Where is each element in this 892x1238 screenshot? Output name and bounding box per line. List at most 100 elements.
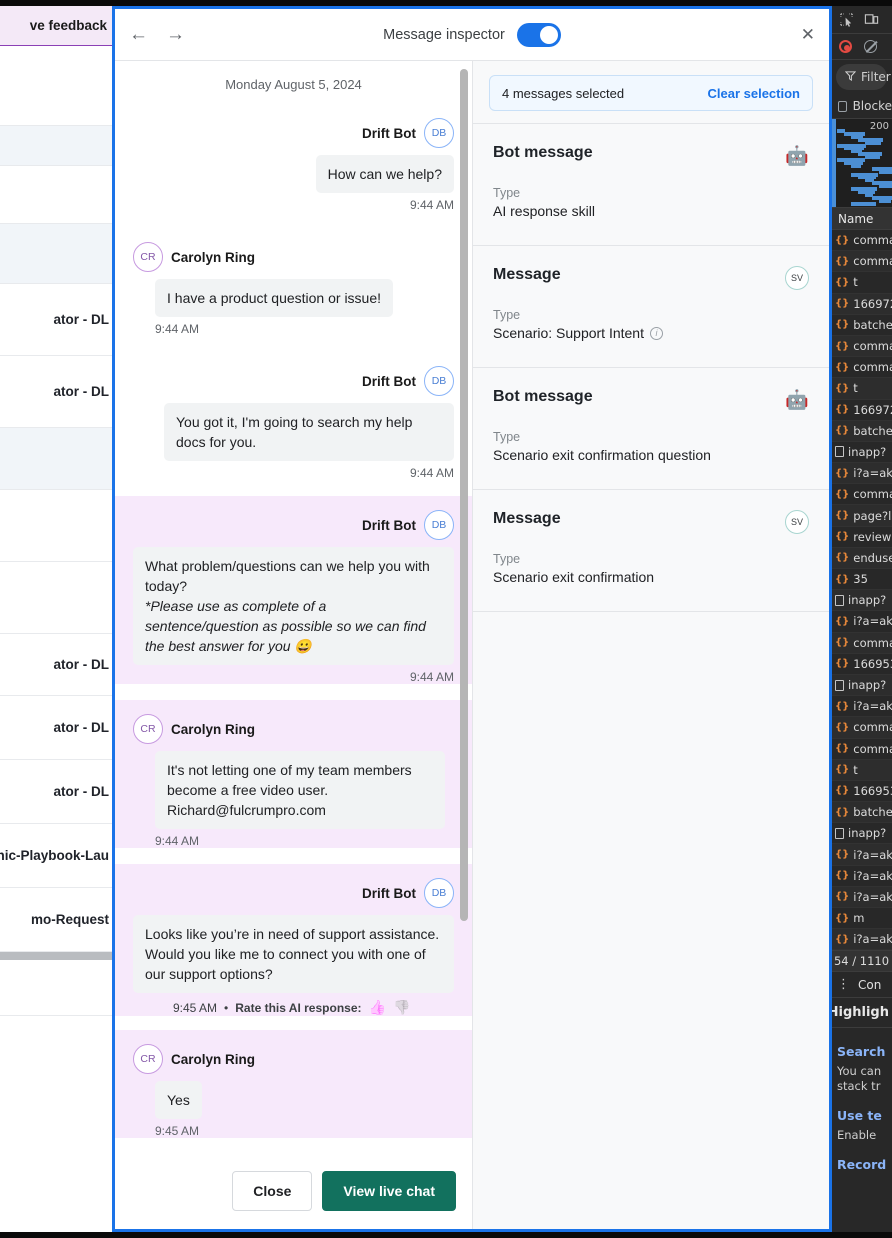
info-icon[interactable]: i: [650, 326, 663, 340]
request-row[interactable]: {}166953: [831, 781, 892, 803]
background-row[interactable]: nic-Playbook-Lau: [0, 824, 115, 888]
background-row[interactable]: ator - DL: [0, 356, 115, 428]
tip-heading[interactable]: Use te: [837, 1108, 892, 1123]
message-group[interactable]: Drift Bot DB What problem/questions can we…: [115, 496, 472, 684]
background-row[interactable]: [0, 46, 115, 126]
close-button[interactable]: Close: [232, 1171, 313, 1211]
request-row[interactable]: {} i?a=ak: [831, 886, 892, 908]
request-row[interactable]: {} t: [831, 378, 892, 400]
background-row[interactable]: [0, 166, 115, 224]
request-list[interactable]: {}comma{}comma{}t{}166972{}batche{}comma…: [831, 230, 892, 951]
background-row[interactable]: [0, 126, 115, 166]
request-row[interactable]: {} comma: [831, 335, 892, 358]
clear-icon[interactable]: [864, 40, 877, 53]
request-row[interactable]: {} i?a=ak: [831, 463, 892, 485]
thumbs-up-icon[interactable]: 👍: [369, 999, 386, 1016]
request-row[interactable]: {} batche: [831, 802, 892, 824]
network-overview[interactable]: 200: [831, 118, 892, 208]
request-row[interactable]: {} i?a=ak: [831, 866, 892, 887]
blocked-checkbox[interactable]: Blocke: [831, 94, 892, 118]
message-bubble[interactable]: Yes: [155, 1081, 202, 1119]
request-row[interactable]: {} comma: [831, 739, 892, 760]
request-row[interactable]: {} i?a=ak: [831, 844, 892, 866]
request-row[interactable]: {} t: [831, 272, 892, 294]
column-header-name[interactable]: Name: [831, 208, 892, 230]
view-live-chat-button[interactable]: View live chat: [322, 1171, 456, 1211]
request-row[interactable]: {} review: [831, 527, 892, 548]
request-row[interactable]: {} comma: [831, 251, 892, 273]
request-row[interactable]: {} page?l: [831, 505, 892, 527]
background-row[interactable]: ator - DL: [0, 634, 115, 696]
background-row[interactable]: [0, 960, 115, 1016]
request-row[interactable]: {} t: [831, 759, 892, 781]
chat-scrollbar[interactable]: [460, 69, 468, 921]
inspector-card[interactable]: Message SV Type Scenario exit confirmation: [473, 489, 829, 612]
arrow-right-icon[interactable]: →: [166, 25, 185, 44]
request-row[interactable]: inapp?: [831, 823, 892, 845]
inspect-element-icon[interactable]: [839, 12, 854, 27]
message-bubble[interactable]: You got it, I'm going to search my help …: [164, 403, 454, 461]
message-group[interactable]: CR Carolyn Ring I have a product question …: [115, 228, 472, 336]
message-timestamp: 9:44 AM: [155, 322, 200, 336]
request-row[interactable]: {} comma: [831, 357, 892, 379]
highlight-button[interactable]: Highligh: [831, 998, 892, 1029]
message-group[interactable]: CR Carolyn Ring Yes 9:45 AM: [115, 1030, 472, 1138]
request-row[interactable]: inapp?: [831, 674, 892, 697]
background-row[interactable]: mo-Request: [0, 888, 115, 952]
request-row[interactable]: inapp?: [831, 442, 892, 464]
request-row[interactable]: {} 35: [831, 569, 892, 591]
clear-selection-link[interactable]: Clear selection: [708, 86, 801, 101]
background-row[interactable]: [0, 224, 115, 284]
request-row[interactable]: {} comma: [831, 484, 892, 506]
message-group[interactable]: Drift Bot DB Looks like you’re in need of …: [115, 864, 472, 1016]
background-row[interactable]: [0, 562, 115, 634]
background-row[interactable]: ator - DL: [0, 760, 115, 824]
devtools-toolbar: [831, 6, 892, 34]
request-row[interactable]: {} i?a=ak: [831, 696, 892, 718]
message-text: You got it, I'm going to search my help …: [176, 414, 413, 450]
message-bubble[interactable]: I have a product question or issue!: [155, 279, 394, 317]
request-row[interactable]: {} comma: [831, 632, 892, 654]
message-group[interactable]: CR Carolyn Ring It's not letting one of my…: [115, 700, 472, 848]
message-group[interactable]: Drift Bot DB How can we help? 9:44 AM: [115, 104, 472, 212]
request-row[interactable]: {}166972: [831, 400, 892, 421]
request-row[interactable]: {} comma: [831, 230, 892, 252]
message-bubble[interactable]: How can we help?: [315, 155, 454, 193]
console-drawer-tab[interactable]: ⋮ Con: [831, 972, 892, 999]
background-row[interactable]: [0, 490, 115, 562]
inspector-card[interactable]: Message SV Type Scenario: Support Intent i: [473, 245, 829, 367]
request-row[interactable]: {} i?a=ak: [831, 929, 892, 951]
request-row[interactable]: {} i?a=ak: [831, 611, 892, 633]
request-row[interactable]: {}166953: [831, 654, 892, 675]
thumbs-down-icon[interactable]: 👎: [393, 999, 410, 1016]
background-row[interactable]: ator - DL: [0, 284, 115, 356]
request-row[interactable]: {} enduse: [831, 547, 892, 569]
message-bubble[interactable]: It's not letting one of my team members …: [155, 751, 445, 829]
arrow-left-icon[interactable]: ←: [129, 25, 148, 44]
inspector-card[interactable]: Bot message 🤖 Type AI response skill: [473, 123, 829, 245]
rating-label: Rate this AI response:: [235, 1000, 362, 1015]
request-row[interactable]: {} m: [831, 908, 892, 930]
request-row[interactable]: {} comma: [831, 717, 892, 739]
filter-input[interactable]: Filter: [836, 64, 891, 90]
tip-heading[interactable]: Search: [837, 1044, 892, 1059]
close-icon[interactable]: ✕: [801, 26, 815, 43]
js-icon: {}: [835, 912, 850, 924]
overflow-menu-icon[interactable]: ⋮: [837, 977, 850, 992]
request-row[interactable]: {}166972: [831, 293, 892, 315]
message-inspector-toggle[interactable]: [516, 22, 561, 47]
message-group[interactable]: Drift BotDBHi there :wave: Thanks for ch…: [115, 1154, 472, 1157]
message-bubble[interactable]: What problem/questions can we help you w…: [133, 547, 454, 665]
chat-scroll-area[interactable]: Monday August 5, 2024 Drift Bot DB How can…: [115, 61, 472, 1157]
background-row[interactable]: ator - DL: [0, 696, 115, 760]
device-toolbar-icon[interactable]: [864, 12, 879, 27]
message-group[interactable]: Drift Bot DB You got it, I'm going to sear…: [115, 352, 472, 480]
background-row[interactable]: [0, 428, 115, 490]
tip-heading[interactable]: Record: [837, 1157, 892, 1172]
request-row[interactable]: {} batche: [831, 420, 892, 442]
request-row[interactable]: inapp?: [831, 590, 892, 612]
message-bubble[interactable]: Looks like you’re in need of support ass…: [133, 915, 454, 993]
inspector-card[interactable]: Bot message 🤖 Type Scenario exit confirmati…: [473, 367, 829, 489]
record-icon[interactable]: [839, 40, 852, 53]
request-row[interactable]: {} batche: [831, 315, 892, 336]
